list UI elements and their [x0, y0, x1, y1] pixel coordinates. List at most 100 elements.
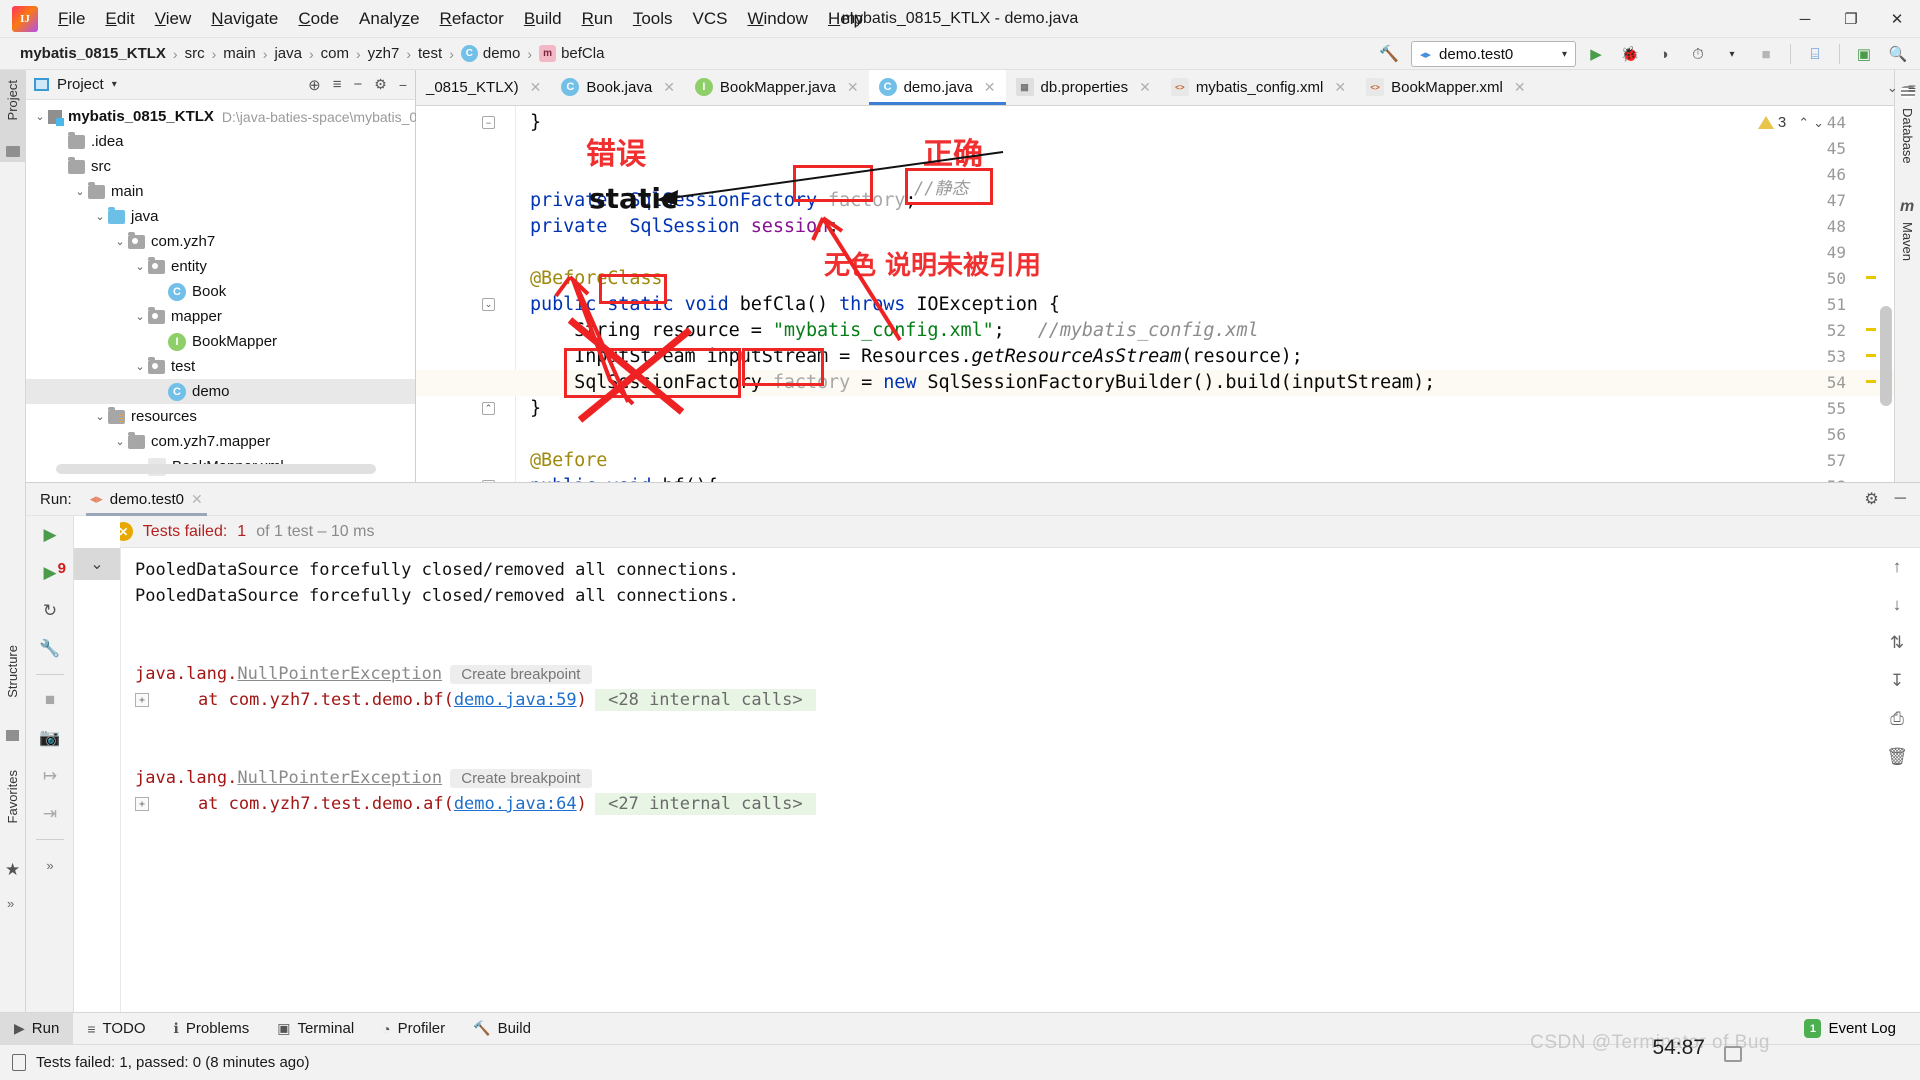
breadcrumb-item-test[interactable]: test [418, 45, 442, 62]
close-icon[interactable]: ✕ [191, 491, 203, 508]
snapshot-icon[interactable]: 📷 [26, 719, 74, 757]
tree-row-mapper[interactable]: ⌄ mapper [26, 304, 415, 329]
profile-dropdown-icon[interactable]: ▾ [1718, 41, 1746, 67]
tree-row-bookmapper[interactable]: I BookMapper [26, 329, 415, 354]
fold-marker-icon[interactable]: − [482, 116, 495, 129]
menu-tools[interactable]: Tools [623, 7, 683, 31]
tab-demo-java[interactable]: Cdemo.java ✕ [868, 70, 1006, 105]
twisty-icon[interactable]: ⌄ [132, 260, 148, 273]
maximize-button[interactable]: ❐ [1828, 0, 1874, 38]
breadcrumb-item-com[interactable]: com [321, 45, 349, 62]
code-line-54[interactable]: SqlSessionFactory factory = new SqlSessi… [530, 372, 1435, 393]
tree-row-java[interactable]: ⌄ java [26, 204, 415, 229]
search-everywhere-icon[interactable]: 🔍 [1884, 41, 1912, 67]
event-log-button[interactable]: 1 Event Log [1804, 1019, 1920, 1038]
code-line-47[interactable]: private SqlSessionFactory factory; [530, 190, 916, 211]
code-line-53[interactable]: InputStream inputStream = Resources.getR… [530, 346, 1303, 367]
fold-marker-icon[interactable]: ⌃ [482, 402, 495, 415]
bottom-tab-todo[interactable]: ≡ TODO [73, 1013, 159, 1045]
breadcrumb-item-yzh7[interactable]: yzh7 [368, 45, 400, 62]
breadcrumb-item-src[interactable]: src [185, 45, 205, 62]
close-button[interactable]: ✕ [1874, 0, 1920, 38]
bottom-tab-run[interactable]: ▶ Run [0, 1012, 74, 1045]
hide-panel-icon[interactable]: − [399, 77, 407, 93]
console-stack-line[interactable]: + at com.yzh7.test.demo.af(demo.java:64)… [135, 793, 1530, 820]
close-icon[interactable]: ✕ [1334, 79, 1346, 96]
code-line-55[interactable]: } [530, 398, 541, 419]
bottom-tab-build[interactable]: 🔨 Build [459, 1013, 545, 1045]
project-structure-button[interactable]: ⌸ [1801, 41, 1829, 67]
close-icon[interactable]: ✕ [663, 79, 675, 96]
twisty-icon[interactable]: ⌄ [32, 110, 48, 123]
inspection-widget[interactable]: 3 ⌃ ⌄ [1757, 114, 1824, 131]
tree-row-src[interactable]: src [26, 154, 415, 179]
tree-row-resources[interactable]: ⌄ resources [26, 404, 415, 429]
close-icon[interactable]: ✕ [847, 79, 859, 96]
twisty-icon[interactable]: ⌄ [132, 360, 148, 373]
tab-mybatis-config-xml[interactable]: <> mybatis_config.xml ✕ [1161, 70, 1356, 105]
tree-row-demo[interactable]: Cdemo [26, 379, 415, 404]
scroll-up-icon[interactable]: ↑ [1874, 548, 1920, 586]
run-configuration-selector[interactable]: ◂▸ demo.test0 ▾ [1411, 41, 1576, 67]
test-tree-panel[interactable]: ⌄ [74, 516, 120, 1032]
menu-window[interactable]: Window [737, 7, 817, 31]
warning-marker[interactable] [1866, 354, 1876, 357]
code-line-57[interactable]: @Before [530, 450, 607, 471]
tab-bookmapper-java[interactable]: I BookMapper.java ✕ [685, 70, 869, 105]
breadcrumb-item-befcla[interactable]: m befCla [539, 45, 604, 62]
tree-row-test[interactable]: ⌄ test [26, 354, 415, 379]
twisty-icon[interactable]: ⌄ [132, 310, 148, 323]
menu-vcs[interactable]: VCS [683, 7, 738, 31]
editor-gutter[interactable] [416, 106, 516, 482]
code-line-48[interactable]: private SqlSession session; [530, 216, 839, 237]
menu-file[interactable]: File [48, 7, 95, 31]
source-link[interactable]: demo.java:64 [454, 794, 577, 814]
twisty-icon[interactable]: ⌄ [112, 235, 128, 248]
internal-calls-badge[interactable]: <27 internal calls> [594, 793, 816, 815]
sidebar-label-favorites[interactable]: Favorites [5, 770, 20, 823]
tree-row-book[interactable]: C Book [26, 279, 415, 304]
warning-marker[interactable] [1866, 276, 1876, 279]
more-actions-icon[interactable]: » [26, 846, 74, 884]
settings-wrench-icon[interactable]: 🔧 [26, 630, 74, 668]
chevron-down-icon[interactable]: ⌄ [1887, 80, 1898, 96]
code-line-52[interactable]: String resource = "mybatis_config.xml"; … [530, 320, 1258, 341]
tab-list-icon[interactable]: ≡ [1908, 80, 1916, 96]
tree-row-main[interactable]: ⌄ main [26, 179, 415, 204]
editor-marker-strip[interactable] [1864, 106, 1878, 482]
create-breakpoint-link[interactable]: Create breakpoint [450, 769, 592, 788]
code-line-50[interactable]: @BeforeClass [530, 268, 663, 289]
gear-icon[interactable]: ⚙ [1864, 489, 1878, 509]
run-tab-demo-test0[interactable]: ◂▸ demo.test0 ✕ [82, 482, 211, 516]
menu-view[interactable]: View [145, 7, 202, 31]
warning-marker[interactable] [1866, 328, 1876, 331]
console-output[interactable]: PooledDataSource forcefully closed/remov… [120, 548, 1530, 1032]
tree-row-entity[interactable]: ⌄ entity [26, 254, 415, 279]
tab-partial[interactable]: _0815_KTLX) ✕ [416, 70, 551, 105]
twisty-icon[interactable]: ⌄ [112, 435, 128, 448]
menu-build[interactable]: Build [514, 7, 572, 31]
clear-all-icon[interactable]: 🗑 [1874, 738, 1920, 776]
locate-file-icon[interactable]: ⊕ [308, 76, 321, 94]
print-icon[interactable]: ⎙ [1874, 700, 1920, 738]
menu-edit[interactable]: Edit [95, 7, 144, 31]
panel-settings-icon[interactable]: ⚙ [374, 76, 387, 93]
project-horizontal-scrollbar[interactable] [56, 464, 376, 474]
menu-help[interactable]: Help [818, 7, 873, 31]
menu-analyze[interactable]: Analyze [349, 7, 430, 31]
close-icon[interactable]: ✕ [1514, 79, 1526, 96]
rerun-button[interactable]: ▶ [26, 516, 74, 554]
close-icon[interactable]: ✕ [984, 79, 996, 96]
breadcrumb-item-main[interactable]: main [223, 45, 256, 62]
tree-row-root[interactable]: ⌄ mybatis_0815_KTLX D:\java-baties-space… [26, 104, 483, 129]
expand-stack-icon[interactable]: + [135, 797, 149, 811]
stop-button[interactable]: ■ [1752, 41, 1780, 67]
menu-run[interactable]: Run [572, 7, 623, 31]
warning-marker[interactable] [1866, 380, 1876, 383]
import-icon[interactable]: ⇥ [26, 795, 74, 833]
close-icon[interactable]: ✕ [530, 79, 542, 96]
console-stack-line[interactable]: + at com.yzh7.test.demo.bf(demo.java:59)… [135, 689, 1530, 716]
internal-calls-badge[interactable]: <28 internal calls> [594, 689, 816, 711]
tab-bookmapper-xml[interactable]: <> BookMapper.xml ✕ [1356, 70, 1535, 105]
breadcrumb-item-mybatis-0815-ktlx[interactable]: mybatis_0815_KTLX [20, 45, 166, 62]
